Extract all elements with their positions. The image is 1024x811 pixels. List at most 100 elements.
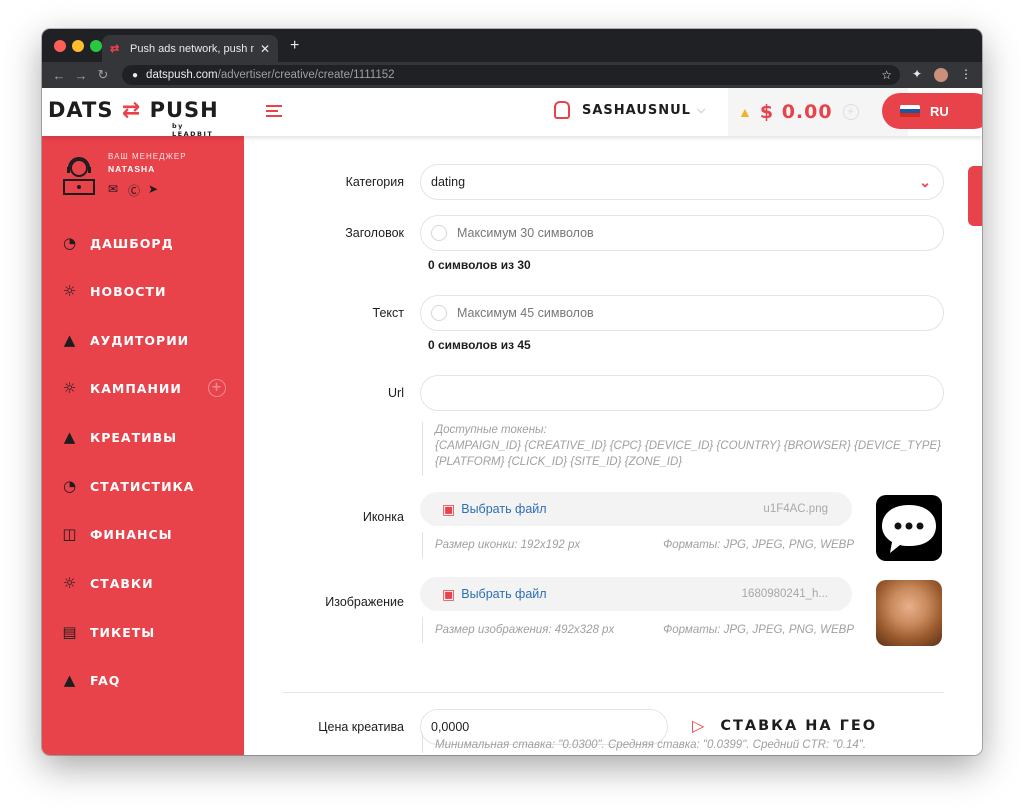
- profile-avatar-icon[interactable]: [934, 68, 948, 82]
- sidebar-item-label: КРЕАТИВЫ: [90, 429, 178, 445]
- address-bar[interactable]: ● datspush.com /advertiser/creative/crea…: [122, 65, 900, 85]
- user-menu[interactable]: SASHAUSNUL ⌵: [554, 101, 706, 119]
- sidebar-item-tickets[interactable]: ▤ ТИКЕТЫ: [60, 621, 230, 643]
- price-hint-text: Минимальная ставка: "0.0300". Средняя ст…: [435, 739, 867, 751]
- title-input[interactable]: Максимум 30 символов: [420, 215, 944, 251]
- chevron-down-icon: ⌵: [696, 103, 707, 116]
- extensions-puzzle-icon[interactable]: ✦: [912, 67, 922, 81]
- sidebar-item-label: FAQ: [90, 672, 121, 688]
- text-char-counter: 0 символов из 45: [428, 338, 531, 352]
- forward-arrow-icon[interactable]: →: [70, 68, 92, 83]
- user-avatar-icon: [554, 101, 570, 119]
- sidebar-item-label: СТАТИСТИКА: [90, 478, 195, 494]
- category-value: dating: [431, 175, 466, 189]
- sidebar: ВАШ МЕНЕДЖЕР NATASHA ✉ Ⓒ ➤ ◔ ДАШБОРД ☼ Н…: [42, 136, 244, 755]
- image-choose-file[interactable]: Выбрать файл: [461, 587, 546, 601]
- russia-flag-icon: [900, 104, 920, 118]
- tab-strip: ⇄ Push ads network, push monet ✕ +: [42, 29, 982, 62]
- text-input[interactable]: Максимум 45 символов: [420, 295, 944, 331]
- tokens-line: {CAMPAIGN_ID} {CREATIVE_ID} {CPC} {DEVIC…: [435, 440, 941, 452]
- logo-text-push: PUSH: [149, 98, 219, 122]
- icon-formats-hint: Форматы: JPG, JPEG, PNG, WEBP: [663, 539, 854, 551]
- camera-icon: ▣: [442, 585, 456, 602]
- minimize-window-button[interactable]: [72, 40, 84, 52]
- coins-icon: ◫: [62, 525, 78, 543]
- browser-toolbar: ← → ↻ ● datspush.com /advertiser/creativ…: [42, 62, 982, 88]
- emoji-picker-icon[interactable]: [431, 225, 447, 241]
- icon-filename: u1F4AC.png: [763, 503, 828, 515]
- icon-preview: [876, 495, 942, 561]
- language-selector[interactable]: RU: [882, 93, 982, 129]
- pie-chart-icon: ◔: [62, 234, 78, 252]
- back-arrow-icon[interactable]: ←: [48, 68, 70, 83]
- tokens-hint: Доступные токены: {CAMPAIGN_ID} {CREATIV…: [422, 422, 962, 476]
- image-hint: Размер изображения: 492x328 px Форматы: …: [422, 617, 854, 643]
- image-size-hint: Размер изображения: 492x328 px: [435, 624, 615, 636]
- url-input[interactable]: [420, 375, 944, 411]
- title-label: Заголовок: [345, 226, 404, 240]
- close-tab-icon[interactable]: ✕: [260, 42, 270, 56]
- chevron-down-icon: ⌄: [919, 173, 931, 190]
- scroll-handle[interactable]: [968, 166, 982, 226]
- emoji-picker-icon[interactable]: [431, 305, 447, 321]
- username: SASHAUSNUL: [582, 102, 691, 118]
- lightbulb-icon: ☼: [62, 574, 78, 592]
- image-file-input[interactable]: ▣ Выбрать файл 1680980241_h...: [420, 577, 852, 611]
- close-window-button[interactable]: [54, 40, 66, 52]
- add-campaign-icon[interactable]: +: [208, 379, 226, 397]
- lightbulb-icon: ☼: [62, 379, 78, 397]
- sidebar-item-campaigns[interactable]: ☼ КАМПАНИИ +: [60, 377, 230, 399]
- sidebar-item-finance[interactable]: ◫ ФИНАНСЫ: [60, 523, 230, 545]
- browser-window: ⇄ Push ads network, push monet ✕ + ← → ↻…: [42, 29, 982, 755]
- price-hint: Минимальная ставка: "0.0300". Средняя ст…: [422, 733, 962, 753]
- category-select[interactable]: dating ⌄: [420, 164, 944, 200]
- tab-title: Push ads network, push monet: [130, 42, 254, 55]
- icon-label: Иконка: [362, 510, 404, 524]
- sidebar-item-audiences[interactable]: ▲ АУДИТОРИИ: [60, 329, 230, 351]
- rocket-icon: ▲: [63, 428, 77, 446]
- rocket-icon: ▲: [63, 331, 77, 349]
- sidebar-item-bids[interactable]: ☼ СТАВКИ: [60, 572, 230, 594]
- new-tab-button[interactable]: +: [290, 37, 299, 55]
- datspush-logo[interactable]: DATS ⇄ PUSH by LEADBIT: [48, 98, 219, 138]
- logo-by-leadbit: by LEADBIT: [172, 122, 214, 138]
- skype-icon[interactable]: Ⓒ: [128, 182, 140, 199]
- icon-file-input[interactable]: ▣ Выбрать файл u1F4AC.png: [420, 492, 852, 526]
- sidebar-item-label: ДАШБОРД: [90, 235, 174, 251]
- email-icon[interactable]: ✉: [108, 182, 118, 196]
- price-value: 0,0000: [431, 720, 470, 734]
- sidebar-item-dashboard[interactable]: ◔ ДАШБОРД: [60, 232, 230, 254]
- sidebar-item-faq[interactable]: ▲ FAQ: [60, 669, 230, 691]
- app-header: DATS ⇄ PUSH by LEADBIT SASHAUSNUL ⌵ ▲ $ …: [42, 88, 982, 138]
- sidebar-item-statistics[interactable]: ◔ СТАТИСТИКА: [60, 475, 230, 497]
- lock-icon: ●: [132, 69, 139, 81]
- camera-icon: ▣: [442, 500, 456, 517]
- icon-choose-file[interactable]: Выбрать файл: [461, 502, 546, 516]
- category-label: Категория: [345, 175, 404, 189]
- lightbulb-icon: ☼: [62, 282, 78, 300]
- sidebar-item-news[interactable]: ☼ НОВОСТИ: [60, 280, 230, 302]
- balance-panel: ▲ $ 0.00 +: [728, 88, 908, 136]
- bookmark-star-icon[interactable]: ☆: [881, 68, 892, 82]
- sidebar-item-creatives[interactable]: ▲ КРЕАТИВЫ: [60, 426, 230, 448]
- reload-icon[interactable]: ↻: [92, 67, 114, 83]
- image-filename: 1680980241_h...: [741, 588, 828, 600]
- manager-headset-avatar-icon: [63, 157, 95, 195]
- sidebar-item-label: НОВОСТИ: [90, 283, 167, 299]
- title-placeholder: Максимум 30 символов: [457, 226, 594, 240]
- browser-menu-kebab-icon[interactable]: ⋮: [960, 67, 972, 81]
- balance-amount: $ 0.00: [759, 101, 833, 123]
- telegram-icon[interactable]: ➤: [148, 182, 158, 196]
- url-host: datspush.com: [146, 69, 218, 81]
- text-label: Текст: [372, 306, 404, 320]
- sidebar-item-label: АУДИТОРИИ: [90, 332, 190, 348]
- browser-tab[interactable]: ⇄ Push ads network, push monet ✕: [102, 35, 278, 62]
- tokens-title: Доступные токены:: [435, 424, 547, 436]
- hamburger-menu-icon[interactable]: [266, 105, 282, 120]
- language-code: RU: [930, 103, 949, 119]
- geo-bid-label: СТАВКА НА ГЕО: [720, 717, 878, 734]
- maximize-window-button[interactable]: [90, 40, 102, 52]
- add-funds-icon[interactable]: +: [842, 104, 859, 120]
- manager-label: ВАШ МЕНЕДЖЕР: [108, 152, 187, 161]
- pie-chart-icon: ◔: [62, 477, 78, 495]
